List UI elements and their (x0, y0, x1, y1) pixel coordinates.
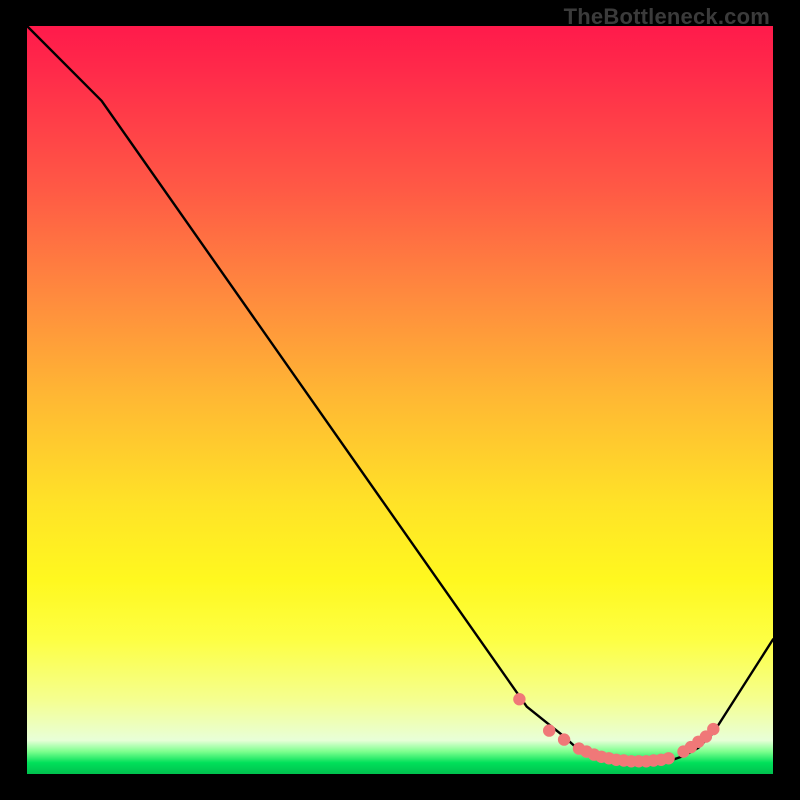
marker-dot (558, 733, 570, 745)
marker-dot (662, 752, 674, 764)
marker-dot (513, 693, 525, 705)
marker-dot (707, 723, 719, 735)
marker-dot (543, 724, 555, 736)
marker-group (513, 693, 719, 768)
curve-path (27, 26, 773, 764)
chart-stage: TheBottleneck.com (0, 0, 800, 800)
chart-overlay (27, 26, 773, 774)
